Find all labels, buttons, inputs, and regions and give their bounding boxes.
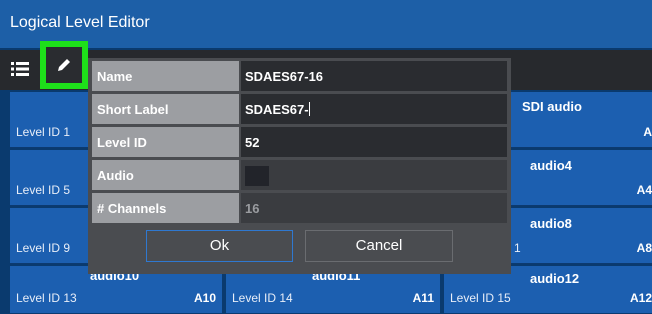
level-id-field[interactable]: 52 [241, 127, 507, 157]
list-icon[interactable] [9, 58, 31, 80]
level-code: A12 [629, 291, 652, 305]
level-id-label: 1 [514, 241, 521, 255]
short-label-label: Short Label [92, 94, 239, 124]
audio-row: Audio [92, 160, 507, 190]
level-id-label: Level ID 1 [16, 125, 71, 139]
window-title: Logical Level Editor [0, 0, 652, 48]
level-code: A11 [412, 291, 434, 305]
level-name: audio8 [530, 216, 572, 231]
level-name: audio4 [530, 158, 572, 173]
short-label-field[interactable]: SDAES67- [241, 94, 507, 124]
channels-row: # Channels 16 [92, 193, 507, 223]
text-caret [308, 102, 310, 116]
level-code: A4 [636, 183, 652, 197]
edit-pencil-icon [58, 59, 70, 71]
level-id-label: Level ID 15 [450, 291, 511, 305]
level-name: audio12 [530, 271, 580, 286]
short-label-row: Short Label SDAES67- [92, 94, 507, 124]
edit-button[interactable] [40, 41, 88, 89]
audio-checkbox[interactable] [245, 166, 269, 186]
level-id-label: Level ID [92, 127, 239, 157]
level-id-label: Level ID 9 [16, 241, 71, 255]
ok-button[interactable]: Ok [146, 230, 293, 262]
audio-field-bg [241, 160, 507, 190]
name-label: Name [92, 61, 239, 91]
channels-label: # Channels [92, 193, 239, 223]
level-code: A10 [193, 291, 216, 305]
cancel-button[interactable]: Cancel [305, 230, 453, 262]
level-name: SDI audio [522, 99, 582, 114]
level-code: A [643, 125, 652, 139]
audio-label: Audio [92, 160, 239, 190]
short-label-value: SDAES67- [245, 102, 309, 117]
channels-field: 16 [241, 193, 507, 223]
level-id-label: Level ID 13 [16, 291, 77, 305]
name-row: Name SDAES67-16 [92, 61, 507, 91]
level-id-label: Level ID 5 [16, 183, 71, 197]
level-id-label: Level ID 14 [232, 291, 293, 305]
level-code: A8 [636, 241, 652, 255]
level-id-row: Level ID 52 [92, 127, 507, 157]
name-field[interactable]: SDAES67-16 [241, 61, 507, 91]
